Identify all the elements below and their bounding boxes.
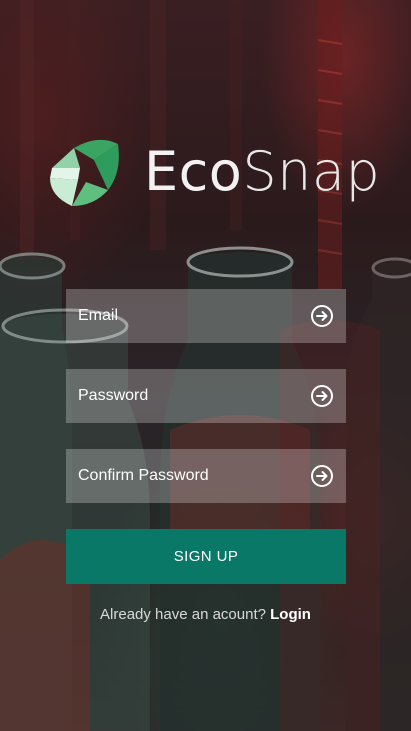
email-input[interactable] (66, 289, 310, 343)
login-prompt-text: Already have an acount? (100, 606, 266, 623)
shutter-leaf-icon (50, 139, 119, 206)
password-field (66, 369, 346, 423)
signup-screen: EcoSnap SIGN UP (0, 0, 411, 731)
login-prompt: Already have an acount? Login (0, 606, 411, 623)
arrow-circle-right-icon[interactable] (310, 464, 334, 488)
confirm-password-field (66, 449, 346, 503)
app-logo: EcoSnap (48, 136, 380, 212)
curtain-folds (20, 0, 242, 260)
arrow-circle-right-icon[interactable] (310, 384, 334, 408)
app-name-snap: Snap (242, 140, 381, 203)
arrow-circle-right-icon[interactable] (310, 304, 334, 328)
sign-up-button[interactable]: SIGN UP (66, 529, 346, 584)
app-name-eco: Eco (144, 140, 243, 203)
login-link[interactable]: Login (270, 606, 311, 623)
password-input[interactable] (66, 369, 310, 423)
password-arrow-icon (311, 385, 333, 407)
confirm-arrow-icon (311, 465, 333, 487)
app-name: EcoSnap (144, 142, 380, 202)
confirm-password-input[interactable] (66, 449, 310, 503)
email-field (66, 289, 346, 343)
email-arrow-icon (311, 305, 333, 327)
